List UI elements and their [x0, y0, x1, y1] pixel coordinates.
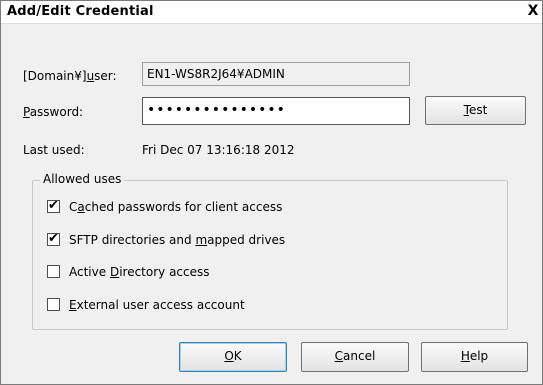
- password-label-suffix: assword:: [29, 105, 84, 119]
- active-directory-label: Active Directory access: [69, 264, 210, 280]
- sftp-directories-label-accel: m: [195, 233, 208, 247]
- credential-dialog: Add/Edit Credential X [Domain¥]user: EN1…: [0, 0, 543, 385]
- last-used-value: Fri Dec 07 13:16:18 2012: [142, 143, 295, 157]
- help-button-label: elp: [469, 349, 489, 363]
- active-directory-label-pre: Active: [69, 265, 110, 279]
- last-used-label: Last used:: [23, 143, 85, 157]
- close-icon[interactable]: X: [524, 2, 542, 21]
- cancel-button-label: ancel: [343, 349, 376, 363]
- allowed-uses-legend: Allowed uses: [40, 172, 125, 186]
- title-bar: Add/Edit Credential X: [1, 1, 542, 24]
- sftp-directories-label: SFTP directories and mapped drives: [69, 232, 285, 248]
- external-user-label-post: xternal user access account: [76, 298, 245, 312]
- cached-passwords-label-accel: a: [77, 200, 85, 214]
- checkmark-icon: ✔: [48, 231, 59, 246]
- ok-button[interactable]: OK: [179, 342, 287, 372]
- user-label: [Domain¥]user:: [23, 69, 117, 83]
- external-user-label-accel: E: [69, 298, 77, 312]
- cancel-button-accel: C: [334, 349, 344, 363]
- help-button[interactable]: Help: [421, 342, 528, 372]
- sftp-directories-label-pre: SFTP directories and: [69, 233, 196, 247]
- password-label-accel: P: [23, 105, 30, 119]
- active-directory-label-post: irectory access: [119, 265, 210, 279]
- external-user-label: External user access account: [69, 297, 245, 313]
- ok-button-accel: O: [224, 349, 234, 363]
- external-user-checkbox[interactable]: [47, 298, 60, 311]
- cancel-button[interactable]: Cancel: [301, 342, 409, 372]
- test-button-label: est: [468, 103, 488, 117]
- password-field[interactable]: •••••••••••••••: [142, 97, 410, 125]
- active-directory-label-accel: D: [109, 265, 120, 279]
- sftp-directories-label-post: apped drives: [207, 233, 286, 247]
- sftp-directories-checkbox[interactable]: ✔: [47, 231, 60, 246]
- user-label-prefix: [Domain¥]: [23, 69, 87, 83]
- active-directory-checkbox[interactable]: [47, 265, 60, 278]
- help-button-accel: H: [460, 349, 470, 363]
- cached-passwords-label: Cached passwords for client access: [69, 199, 282, 215]
- cached-passwords-label-post: ched passwords for client access: [84, 200, 283, 214]
- password-label: Password:: [23, 105, 83, 119]
- cached-passwords-checkbox[interactable]: ✔: [47, 198, 60, 213]
- window-title: Add/Edit Credential: [7, 4, 154, 19]
- test-button[interactable]: Test: [425, 96, 526, 125]
- user-field[interactable]: EN1-WS8R2J64¥ADMIN: [142, 62, 410, 86]
- ok-button-label: K: [233, 349, 242, 363]
- checkmark-icon: ✔: [48, 198, 59, 213]
- user-label-suffix: ser:: [94, 69, 117, 83]
